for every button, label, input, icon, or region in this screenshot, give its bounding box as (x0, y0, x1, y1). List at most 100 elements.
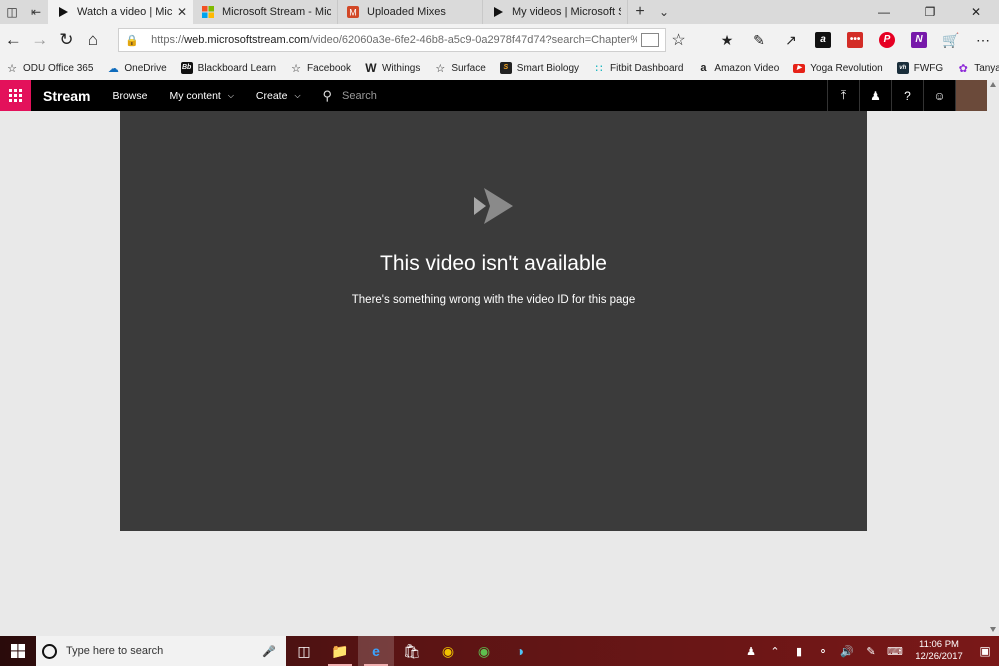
people-icon[interactable]: ♟ (739, 645, 763, 658)
star-icon: ☆ (291, 62, 301, 75)
stream-search[interactable]: ⚲ Search (323, 88, 377, 104)
favorite-label: Blackboard Learn (197, 62, 277, 74)
nav-browse-label: Browse (112, 89, 148, 102)
system-tray: ♟ ⌃ ▮ ⚬ 🔊 ✎ ⌨ 11:06 PM 12/26/2017 ▣ (739, 639, 999, 663)
tab-uploaded-mixes[interactable]: M Uploaded Mixes (338, 0, 483, 24)
tab-title: Microsoft Stream - Microso (222, 6, 331, 18)
favorite-surface[interactable]: ☆ Surface (428, 62, 493, 75)
favorite-odu-office-365[interactable]: ☆ ODU Office 365 (0, 62, 101, 75)
stream-brand[interactable]: Stream (43, 88, 90, 104)
restore-icon[interactable]: ❐ (907, 0, 953, 24)
pen-icon[interactable]: ✎ (859, 645, 883, 658)
favorite-fitbit-dashboard[interactable]: ∷ Fitbit Dashboard (587, 62, 691, 75)
people-icon[interactable]: ♟ (859, 80, 891, 111)
favorites-hub-icon[interactable]: ★ (711, 32, 743, 49)
favorite-label: Yoga Revolution (810, 62, 883, 74)
favorite-blackboard-learn[interactable]: Bb Blackboard Learn (175, 62, 284, 74)
stream-play-icon (56, 5, 70, 19)
windows-start-icon[interactable] (0, 636, 36, 666)
app-globe-icon[interactable]: ◑ (502, 636, 538, 666)
volume-icon[interactable]: 🔊 (835, 645, 859, 658)
browser-tools: ★ ✎ ↗ a ••• P N 🛒 ⋯ (711, 32, 999, 49)
pinterest-extension-icon[interactable]: P (871, 32, 903, 48)
wifi-icon[interactable]: ⚬ (811, 645, 835, 658)
favorite-label: Facebook (307, 62, 351, 74)
upload-icon[interactable]: ⤒ (827, 80, 859, 111)
file-explorer-icon[interactable]: 📁 (322, 636, 358, 666)
scroll-down-icon[interactable] (990, 627, 996, 632)
favorite-fwfg[interactable]: vh FWFG (891, 62, 951, 74)
chevron-up-icon[interactable]: ⌃ (763, 645, 787, 658)
favorite-onedrive[interactable]: ☁ OneDrive (101, 62, 174, 75)
taskbar: Type here to search 🎤 ◫ 📁 e 🛍 ◉ ◉ ◑ ♟ ⌃ … (0, 636, 999, 666)
clock-date: 12/26/2017 (915, 651, 963, 662)
favorite-label: Smart Biology (516, 62, 580, 74)
tab-title: My videos | Microsoft Strea (512, 6, 621, 18)
avatar[interactable] (955, 80, 987, 111)
onenote-extension-icon[interactable]: N (903, 32, 935, 48)
favorite-smart-biology[interactable]: S Smart Biology (494, 62, 587, 74)
taskbar-search[interactable]: Type here to search 🎤 (36, 636, 286, 666)
favorite-withings[interactable]: W Withings (359, 61, 428, 75)
back-arrow-icon[interactable]: ← (0, 24, 27, 56)
lastpass-extension-icon[interactable]: ••• (839, 32, 871, 48)
clock[interactable]: 11:06 PM 12/26/2017 (907, 639, 971, 663)
tab-my-videos[interactable]: My videos | Microsoft Strea (483, 0, 628, 24)
refresh-icon[interactable]: ↻ (53, 24, 80, 56)
cloud-icon: ☁ (107, 62, 119, 75)
more-options-icon[interactable]: ⋯ (967, 32, 999, 49)
minimize-icon[interactable]: — (861, 0, 907, 24)
url-host: web.microsoftstream.com (184, 34, 310, 46)
chevron-down-icon[interactable]: ⌄ (652, 0, 676, 24)
task-view-icon[interactable]: ◫ (286, 636, 322, 666)
header-actions: ⤒ ♟ ? ☺ (827, 80, 987, 111)
shopping-bag-icon[interactable]: 🛒 (935, 32, 967, 49)
share-icon[interactable]: ↗ (775, 32, 807, 49)
nav-my-content[interactable]: My content ⌵ (169, 90, 233, 102)
taskbar-search-placeholder: Type here to search (66, 645, 164, 657)
microphone-icon[interactable]: 🎤 (262, 645, 276, 658)
withings-icon: W (365, 61, 377, 75)
action-center-icon[interactable]: ▣ (971, 644, 999, 658)
nav-browse[interactable]: Browse (112, 90, 147, 102)
stream-play-icon (491, 5, 505, 19)
web-note-icon[interactable]: ✎ (743, 32, 775, 49)
keyboard-icon[interactable]: ⌨ (883, 645, 907, 658)
set-aside-tabs-icon[interactable]: ⇤ (24, 0, 48, 24)
chrome-icon[interactable]: ◉ (430, 636, 466, 666)
edge-icon[interactable]: e (358, 636, 394, 666)
tab-preview-icon[interactable]: ◫ (0, 0, 24, 24)
scrollbar[interactable] (987, 80, 999, 636)
microsoft-logo-icon (201, 5, 215, 19)
search-icon: ⚲ (322, 87, 333, 103)
new-tab-icon[interactable]: + (628, 0, 652, 24)
stream-header: Stream Browse My content ⌵ Create ⌵ ⚲ Searc… (0, 80, 987, 111)
home-icon[interactable]: ⌂ (80, 24, 107, 56)
address-field[interactable]: 🔒 https://web.microsoftstream.com/video/… (118, 28, 667, 52)
chrome-profile-icon[interactable]: ◉ (466, 636, 502, 666)
paw-icon: ✿ (958, 62, 968, 75)
tab-watch-video[interactable]: Watch a video | Microsc ✕ (48, 0, 193, 24)
feedback-smiley-icon[interactable]: ☺ (923, 80, 955, 111)
scroll-up-icon[interactable] (990, 82, 996, 87)
app-launcher-icon[interactable] (0, 80, 31, 111)
help-icon[interactable]: ? (891, 80, 923, 111)
amazon-extension-icon[interactable]: a (807, 32, 839, 48)
reading-view-icon[interactable] (641, 33, 660, 47)
forward-arrow-icon[interactable]: → (27, 24, 54, 56)
close-window-icon[interactable]: ✕ (953, 0, 999, 24)
favorite-amazon-video[interactable]: a Amazon Video (691, 62, 787, 74)
battery-icon[interactable]: ▮ (787, 645, 811, 658)
favorite-tanyas-ckd[interactable]: ✿ Tanya's CKD (951, 62, 999, 75)
star-icon: ☆ (435, 62, 446, 75)
close-tab-icon[interactable]: ✕ (177, 5, 187, 19)
chevron-down-icon: ⌵ (294, 90, 301, 100)
favorite-yoga-revolution[interactable]: ▶ Yoga Revolution (787, 62, 890, 74)
store-icon[interactable]: 🛍 (394, 636, 430, 666)
clock-time: 11:06 PM (919, 639, 959, 650)
video-player: This video isn't available There's somet… (120, 111, 867, 531)
nav-create[interactable]: Create ⌵ (256, 90, 301, 102)
favorite-star-icon[interactable]: ☆ (666, 30, 691, 50)
tab-microsoft-stream[interactable]: Microsoft Stream - Microso (193, 0, 338, 24)
favorite-facebook[interactable]: ☆ Facebook (284, 62, 359, 75)
